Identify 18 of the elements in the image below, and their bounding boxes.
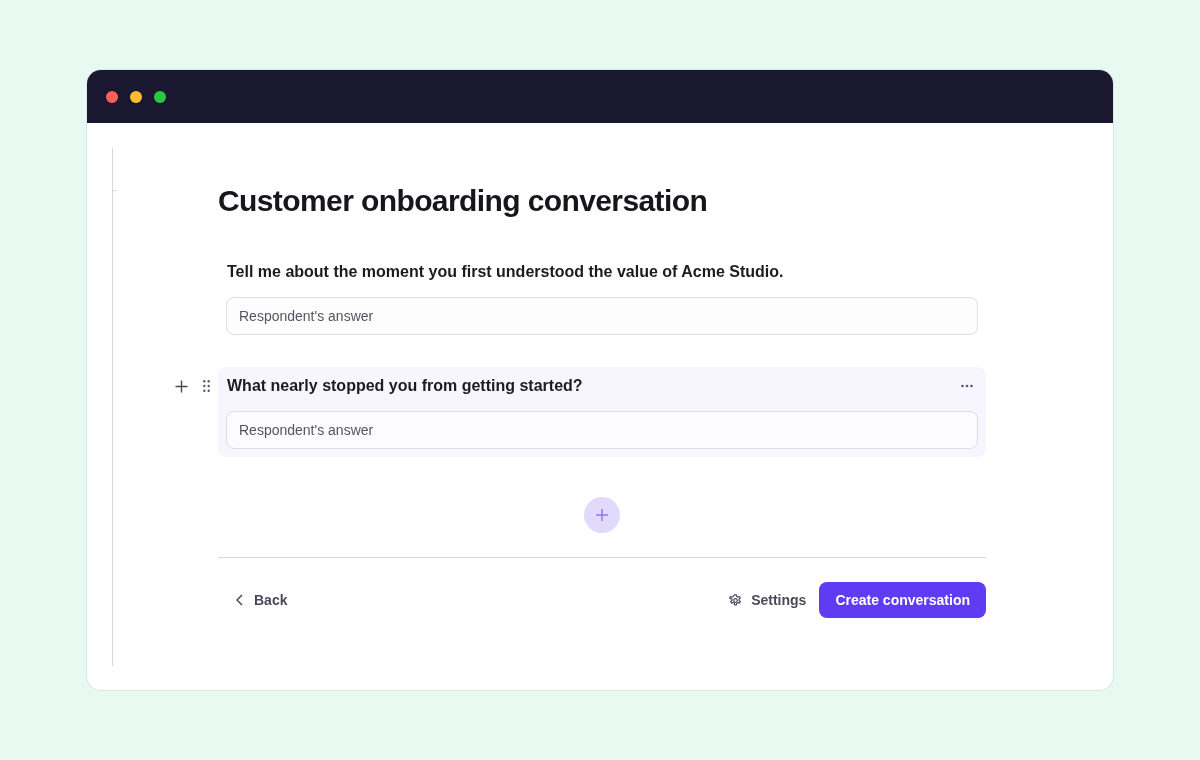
plus-icon[interactable]: [175, 379, 188, 393]
window-control-icon[interactable]: [130, 90, 142, 103]
plus-icon: [596, 509, 608, 521]
answer-field[interactable]: Respondent's answer: [226, 297, 978, 335]
settings-icon: [729, 593, 743, 607]
answer-field[interactable]: Respondent's answer: [226, 411, 978, 449]
add-question-button[interactable]: [584, 497, 620, 533]
page-title: Customer onboarding conversation: [218, 183, 709, 219]
chevron-left-icon: [236, 594, 243, 606]
window-control-icon[interactable]: [154, 90, 166, 103]
create-conversation-button[interactable]: Create conversation: [819, 582, 986, 618]
back-button[interactable]: Back: [226, 582, 298, 618]
question-prompt: What nearly stopped you from getting started?: [226, 376, 583, 396]
window-control-icon[interactable]: [106, 90, 118, 103]
settings-button[interactable]: Settings: [719, 582, 817, 618]
drag-handle-icon[interactable]: [203, 380, 210, 392]
question-prompt: Tell me about the moment you first understood the value of Acme Studio.: [226, 262, 784, 282]
more-icon[interactable]: [961, 384, 973, 388]
